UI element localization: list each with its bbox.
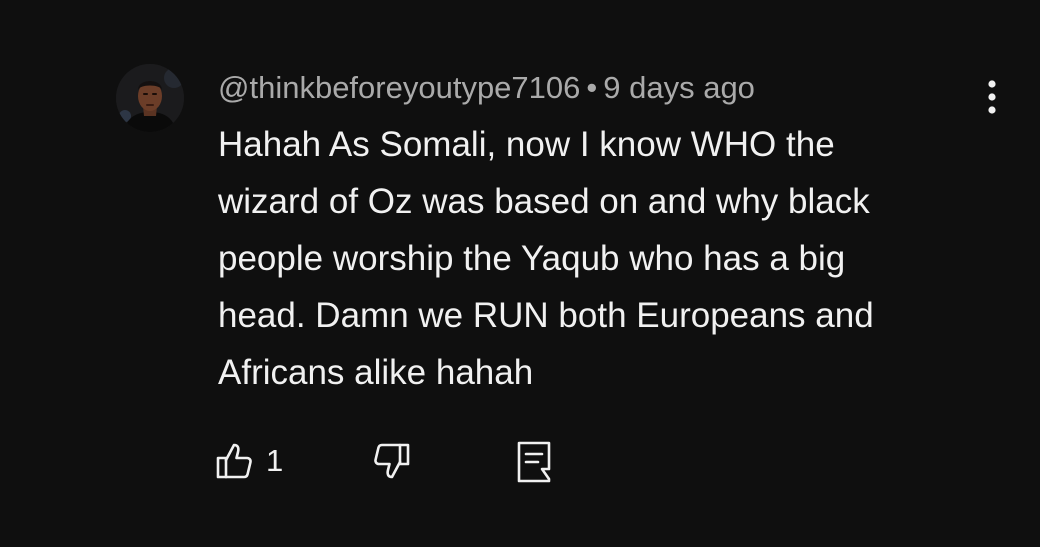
avatar[interactable] [116, 64, 184, 132]
dislike-button[interactable] [372, 436, 412, 486]
like-button[interactable]: 1 [214, 436, 283, 486]
comment-text-line: people worship the Yaqub who has a big [218, 239, 846, 278]
thumbs-up-icon [216, 443, 252, 479]
comment-timestamp[interactable]: 9 days ago [603, 70, 755, 105]
reply-button[interactable] [514, 436, 554, 486]
comment-text: Hahah As Somali, now I know WHO the wiza… [218, 116, 978, 401]
comment-text-line: wizard of Oz was based on and why black [218, 182, 870, 221]
more-actions-button[interactable] [972, 74, 1012, 120]
comment-text-line: head. Damn we RUN both Europeans and [218, 296, 874, 335]
meta-separator: • [586, 70, 598, 105]
comment-text-line: Hahah As Somali, now I know WHO the [218, 125, 835, 164]
like-count: 1 [266, 443, 284, 478]
author-name[interactable]: @thinkbeforeyoutype7106 [218, 70, 580, 105]
avatar-image [116, 64, 184, 132]
thumbs-down-icon [374, 443, 410, 479]
reply-comment-icon [517, 441, 551, 483]
more-vert-icon [988, 80, 996, 114]
comment-text-line: Africans alike hahah [218, 353, 534, 392]
comment: @thinkbeforeyoutype7106 • 9 days ago Hahah… [0, 0, 1040, 547]
comment-header: @thinkbeforeyoutype7106 • 9 days ago [218, 68, 755, 108]
